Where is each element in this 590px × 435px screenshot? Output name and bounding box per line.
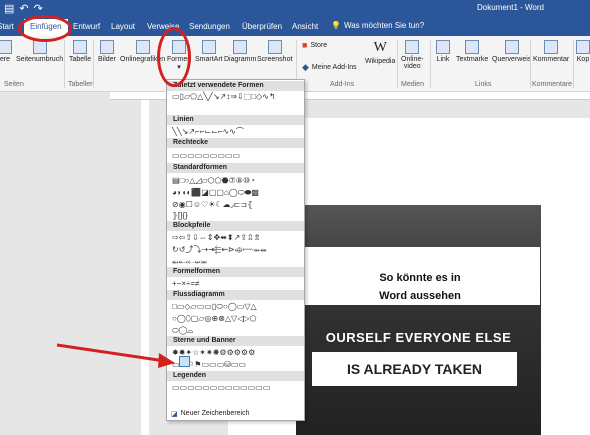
basic-shapes-row-4[interactable]: ⦄[]{} <box>172 211 188 220</box>
block-arrows-row-1[interactable]: ⇨⇦⇧⇩⇔⇕✥⬌⬍↗⇪⇫⇯ <box>172 233 260 242</box>
callouts-row[interactable]: ▭▭▭▭▭▭▭▭▭▭▭▭▭ <box>172 383 270 392</box>
textmarke-button[interactable]: Textmarke <box>456 40 488 63</box>
photo-quote-line1: OURSELF EVERYONE ELSE <box>325 330 512 345</box>
tabelle-button[interactable]: Tabelle <box>69 40 91 63</box>
page-break-icon <box>32 40 47 54</box>
store-icon: ■ <box>302 40 308 50</box>
red-pointer-arrow <box>56 343 175 368</box>
tab-ueberpruefen[interactable]: Überprüfen <box>242 22 282 31</box>
bilder-button[interactable]: Bilder <box>98 40 116 63</box>
rectangles-row[interactable]: ▭▭▭▭▭▭▭▭▭ <box>172 151 240 160</box>
block-arrows-row-3[interactable]: ⬶⬷⬸⬹⬺ <box>172 257 207 266</box>
flowchart-row-1[interactable]: □▭◇▱▭▭▯⬭○◯▭▽△ <box>172 302 257 311</box>
page-icon <box>0 40 12 54</box>
meine-addins-button[interactable]: ◆ Meine Add-Ins <box>302 62 357 73</box>
drawing-canvas-icon: ◪ <box>171 411 178 418</box>
separator <box>530 40 531 88</box>
pages-fragment-button[interactable]: ere <box>0 40 12 63</box>
tab-sendungen[interactable]: Sendungen <box>189 22 230 31</box>
tab-start[interactable]: Start <box>0 22 14 31</box>
separator <box>430 40 431 88</box>
section-lines: Linien <box>167 115 304 125</box>
video-icon <box>405 40 420 54</box>
onlinevideo-button[interactable]: Online-video <box>401 40 424 70</box>
wikipedia-button[interactable]: W Wikipedia <box>365 40 395 65</box>
equation-shapes-row[interactable]: +−×÷=≠ <box>172 279 199 288</box>
comment-icon <box>544 40 559 54</box>
section-stars-banners: Sterne und Banner <box>167 336 304 346</box>
bookmark-icon <box>465 40 480 54</box>
tab-entwurf[interactable]: Entwurf <box>73 22 100 31</box>
link-button[interactable]: Link <box>436 40 450 63</box>
flowchart-row-2[interactable]: ○◯⬯▢▱◎⊕⊗△▽◁▷⬠ <box>172 314 256 323</box>
table-icon <box>73 40 88 54</box>
banner-text-line1: So könnte es in <box>379 272 461 284</box>
section-rectangles: Rechtecke <box>167 138 304 148</box>
tab-layout[interactable]: Layout <box>111 22 135 31</box>
section-basic-shapes: Standardformen <box>167 163 304 173</box>
lines-row[interactable]: ╲╲↘↗⌐⌐⌙⌙⌐∿∿⌒ <box>172 127 244 136</box>
ribbon-tab-bar: Start Einfügen Entwurf Layout Verweise S… <box>0 17 590 36</box>
document-photo[interactable] <box>296 205 541 435</box>
highlight-ring-einfuegen <box>18 15 72 42</box>
title-bar: ▤ ↶ ↷ Dokument1 - Word <box>0 0 590 17</box>
section-recent-shapes: Zuletzt verwendete Formen <box>167 81 304 91</box>
window-title: Dokument1 - Word <box>477 3 544 12</box>
smartart-button[interactable]: SmartArt <box>195 40 223 63</box>
flowchart-row-3[interactable]: ⬭◯⌓ <box>172 326 193 335</box>
diagramm-button[interactable]: Diagramm <box>224 40 256 63</box>
basic-shapes-row-3[interactable]: ⊘◉☐☺♡☀☾☁◞⊏⊐⦃ <box>172 200 253 209</box>
picture-icon <box>99 40 114 54</box>
kommentar-button[interactable]: Kommentar <box>533 40 569 63</box>
seitenumbruch-button[interactable]: Seitenumbruch <box>16 40 63 63</box>
banner-text-line2: Word aussehen <box>379 290 461 302</box>
group-links: Links <box>475 81 492 88</box>
shapes-dropdown-menu: Zuletzt verwendete Formen ▭▯▱⬠△╲╱↘↗↕⇒⇩⬚□… <box>166 79 305 421</box>
section-callouts: Legenden <box>167 371 304 381</box>
wikipedia-icon: W <box>373 40 387 55</box>
highlight-ring-formen <box>157 27 191 87</box>
section-equation-shapes: Formelformen <box>167 267 304 277</box>
cross-reference-icon <box>504 40 519 54</box>
store-button[interactable]: ■ Store <box>302 40 327 50</box>
separator <box>93 40 94 88</box>
kopfzeile-button[interactable]: Kop <box>576 40 590 63</box>
section-block-arrows: Blockpfeile <box>167 221 304 231</box>
querverweis-button[interactable]: Querverweis <box>492 40 531 63</box>
chart-icon <box>233 40 248 54</box>
tab-ansicht[interactable]: Ansicht <box>292 22 318 31</box>
vertical-ruler <box>141 100 149 435</box>
separator <box>64 40 65 88</box>
addins-icon: ◆ <box>302 62 309 72</box>
photo-quote-line2: IS ALREADY TAKEN <box>346 361 483 377</box>
online-picture-icon <box>135 40 150 54</box>
lightbulb-icon: 💡 <box>331 21 341 30</box>
camera-icon <box>267 40 282 54</box>
tell-me-text: Was möchten Sie tun? <box>343 21 425 30</box>
basic-shapes-row-2[interactable]: ◕◗◖◐⬛◪▢▢⌂◯⬭⬬▩ <box>172 188 259 197</box>
header-icon <box>576 40 590 54</box>
tell-me-box[interactable]: 💡 Was möchten Sie tun? <box>331 21 424 30</box>
new-drawing-canvas-item[interactable]: ◪ Neuer Zeichenbereich <box>171 410 250 418</box>
block-arrows-row-2[interactable]: ↻↺⤴⤵⇢⇥⬱⇜⊳⬲⬳⬴⬵ <box>172 245 267 254</box>
group-tabellen: Tabellen <box>68 81 95 88</box>
separator <box>397 40 398 88</box>
group-kommentare: Kommentare <box>532 81 573 88</box>
recent-shapes-row[interactable]: ▭▯▱⬠△╲╱↘↗↕⇒⇩⬚□◇∿↰ <box>172 92 276 101</box>
smartart-icon <box>201 40 216 54</box>
group-medien: Medien <box>401 81 424 88</box>
screenshot-button[interactable]: Screenshot <box>257 40 292 63</box>
section-flowchart: Flussdiagramm <box>167 290 304 300</box>
basic-shapes-row-1[interactable]: ▤□○△◿▱⬡⬠⬣⑦⑧⑩◔ <box>172 176 255 185</box>
group-addins: Add-Ins <box>330 81 355 88</box>
group-seiten: Seiten <box>4 81 24 88</box>
separator <box>573 40 574 88</box>
link-icon <box>436 40 450 54</box>
